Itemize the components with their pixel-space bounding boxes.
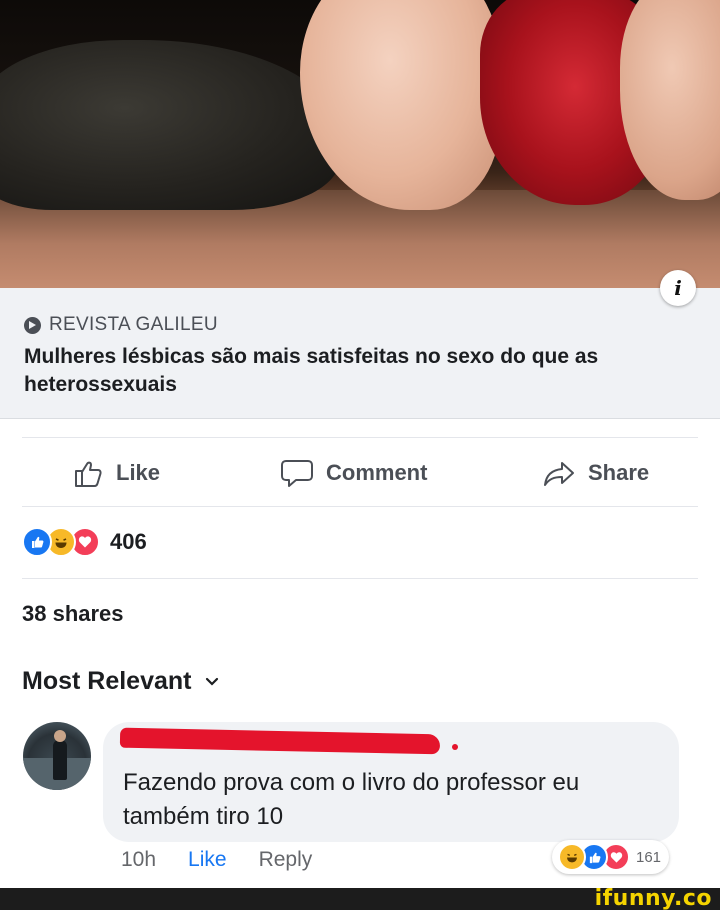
share-icon (544, 462, 574, 486)
like-reaction-icon (22, 527, 52, 557)
post-image[interactable] (0, 0, 720, 288)
sort-label: Most Relevant (22, 667, 192, 695)
comment-like-button[interactable]: Like (188, 848, 227, 872)
divider (22, 578, 698, 579)
divider (22, 437, 698, 438)
avatar-figure (53, 740, 67, 780)
comment-time: 10h (121, 848, 157, 871)
post-actions: Like Comment Share (0, 440, 720, 506)
comment-meta: 10h Like Reply (121, 848, 312, 872)
comment-label: Comment (326, 460, 428, 485)
comment-reaction-count: 161 (636, 848, 662, 866)
redaction-mark (452, 744, 458, 750)
share-label: Share (588, 460, 650, 485)
ifunny-watermark: ifunny.co (594, 886, 712, 911)
image-dark-fabric (0, 40, 340, 210)
link-source: REVISTA GALILEU (24, 314, 218, 336)
reactions-summary[interactable]: 406 (22, 527, 147, 557)
comment-reply-button[interactable]: Reply (259, 848, 313, 872)
chevron-down-icon (206, 677, 219, 686)
comment-reactions[interactable]: 161 (552, 840, 670, 874)
comment-button[interactable]: Comment (280, 440, 427, 506)
like-label: Like (116, 460, 161, 485)
avatar-head (54, 730, 66, 742)
reaction-count: 406 (110, 529, 147, 554)
comment-icon (281, 460, 313, 487)
haha-reaction-icon (558, 843, 586, 871)
info-icon[interactable]: i (660, 270, 696, 306)
share-button[interactable]: Share (542, 440, 649, 506)
comment-text: Fazendo prova com o livro do professor e… (123, 769, 580, 830)
source-name: REVISTA GALILEU (49, 314, 218, 335)
like-button[interactable]: Like (72, 440, 160, 506)
thumbs-up-icon (75, 461, 102, 487)
shares-count[interactable]: 38 shares (22, 601, 124, 627)
comment-sort-dropdown[interactable]: Most Relevant (22, 667, 219, 696)
source-logo-icon (24, 316, 41, 334)
commenter-avatar[interactable] (23, 722, 91, 790)
link-headline[interactable]: Mulheres lésbicas são mais satisfeitas n… (24, 343, 704, 399)
divider (22, 506, 698, 507)
